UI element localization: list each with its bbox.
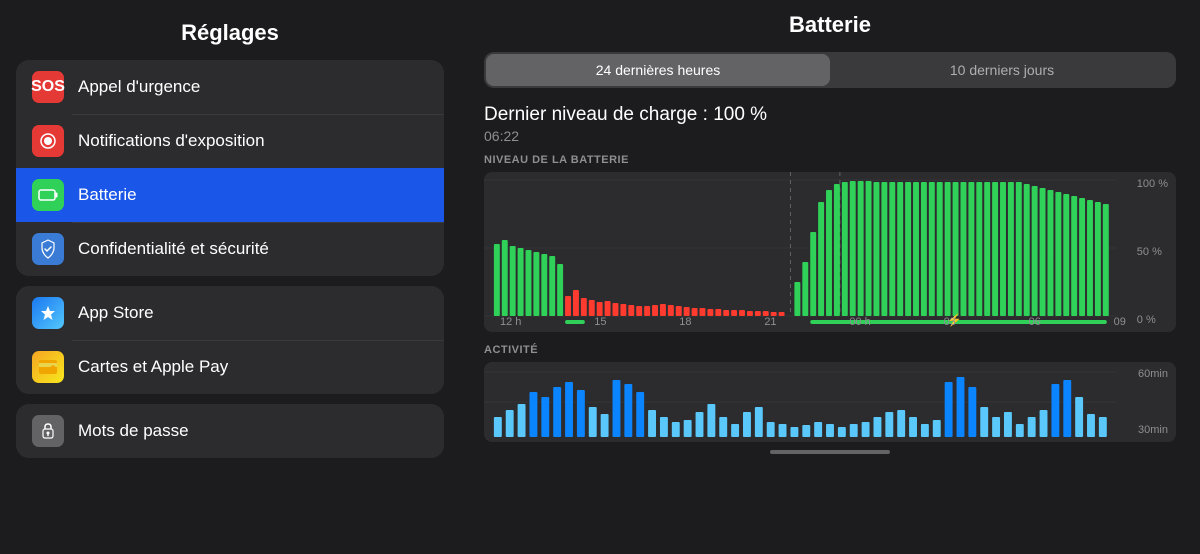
main-panel: Batterie 24 dernières heures 10 derniers… [460,0,1200,554]
tabs-container: 24 dernières heures 10 derniers jours [484,52,1176,88]
activity-container: 60min 30min [484,362,1176,442]
wallet-icon [32,351,64,383]
sidebar-title: Réglages [16,8,444,60]
x-label-00h: 00 h [849,316,870,328]
passwords-icon [32,415,64,447]
sidebar-item-label: Mots de passe [78,421,189,441]
x-label-18: 18 [679,316,691,328]
sidebar-item-label: Batterie [78,185,137,205]
sidebar: Réglages SOS Appel d'urgence Notificatio… [0,0,460,554]
battery-chart-svg: ⚡ [484,172,1176,332]
activity-label: ACTIVITÉ [484,344,1176,356]
sidebar-item-label: Confidentialité et sécurité [78,239,269,259]
y-axis: 100 % 50 % 0 % [1137,172,1168,332]
x-label-15: 15 [594,316,606,328]
sidebar-group-1: SOS Appel d'urgence Notifications d'expo… [16,60,444,276]
battery-info: Dernier niveau de charge : 100 % 06:22 [484,104,1176,144]
sidebar-item-label: Notifications d'exposition [78,131,265,151]
y-label-30min: 30min [1138,424,1168,436]
sidebar-item-exposure[interactable]: Notifications d'exposition [16,114,444,168]
x-label-21: 21 [764,316,776,328]
sidebar-item-emergency[interactable]: SOS Appel d'urgence [16,60,444,114]
panel-title: Batterie [484,12,1176,52]
x-axis: 12 h 15 18 21 00 h 03 06 09 [500,316,1126,328]
appstore-icon [32,297,64,329]
sidebar-item-battery[interactable]: Batterie [16,168,444,222]
activity-svg [484,362,1176,442]
battery-chart-container: ⚡ 100 % 50 % 0 % 12 h 15 18 21 00 h 03 0… [484,172,1176,332]
x-label-12h: 12 h [500,316,521,328]
x-label-09: 09 [1114,316,1126,328]
sidebar-item-appstore[interactable]: App Store [16,286,444,340]
y-label-50: 50 % [1137,246,1168,258]
exposure-icon [32,125,64,157]
sidebar-group-2: App Store Cartes et Apple Pay [16,286,444,394]
x-label-06: 06 [1029,316,1041,328]
scroll-indicator [484,450,1176,454]
y-label-0: 0 % [1137,314,1168,326]
battery-icon [32,179,64,211]
sidebar-item-label: Cartes et Apple Pay [78,357,228,377]
battery-chart-section: NIVEAU DE LA BATTERIE [484,154,1176,332]
y-label-100: 100 % [1137,178,1168,190]
privacy-icon [32,233,64,265]
x-label-03: 03 [944,316,956,328]
charge-level: Dernier niveau de charge : 100 % [484,104,1176,126]
battery-chart-label: NIVEAU DE LA BATTERIE [484,154,1176,166]
sidebar-item-passwords[interactable]: Mots de passe [16,404,444,458]
activity-section: ACTIVITÉ [484,344,1176,442]
sos-icon: SOS [32,71,64,103]
y-label-60min: 60min [1138,368,1168,380]
sidebar-item-privacy[interactable]: Confidentialité et sécurité [16,222,444,276]
charge-time: 06:22 [484,128,1176,144]
scroll-bar [770,450,890,454]
tab-24h[interactable]: 24 dernières heures [486,54,830,86]
sidebar-item-wallet[interactable]: Cartes et Apple Pay [16,340,444,394]
sidebar-group-3: Mots de passe [16,404,444,458]
sidebar-item-label: App Store [78,303,154,323]
tab-10d[interactable]: 10 derniers jours [830,54,1174,86]
sidebar-item-label: Appel d'urgence [78,77,200,97]
y-axis-activity: 60min 30min [1138,362,1168,442]
